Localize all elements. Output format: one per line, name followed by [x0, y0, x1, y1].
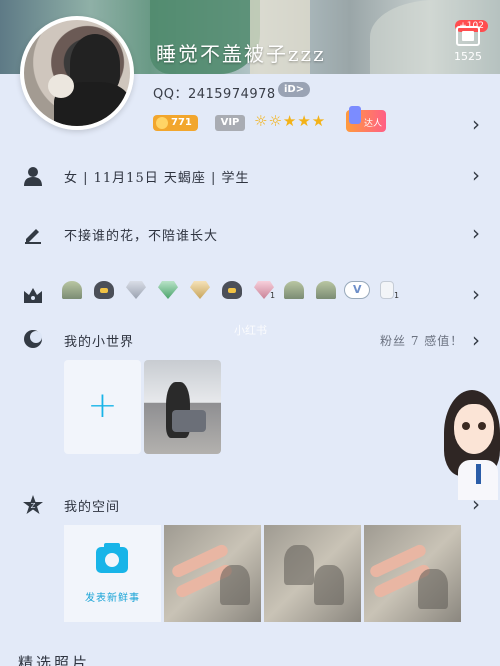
- chevron-right-icon[interactable]: ›: [472, 282, 480, 306]
- signature: 不接谁的花，不陪谁长大: [64, 229, 219, 244]
- visitor-icon: [456, 26, 480, 46]
- basic-info: 女 | 11月15日 天蝎座 | 学生: [64, 171, 250, 186]
- photo-figure: [172, 410, 206, 432]
- chevron-right-icon[interactable]: ›: [472, 328, 480, 352]
- crown-box-icon: [22, 285, 44, 310]
- post-new-status-button[interactable]: 发表新鲜事: [64, 525, 161, 622]
- moon-icon: [22, 329, 44, 354]
- cartoon-eye: [478, 422, 486, 430]
- fans-count[interactable]: 粉丝 7 感值！: [380, 332, 463, 349]
- qid-button[interactable]: iD>: [278, 82, 311, 97]
- gift-count: 1: [270, 291, 276, 300]
- post-new-status-label: 发表新鲜事: [85, 593, 140, 604]
- level-badge[interactable]: 771: [153, 115, 198, 131]
- gift-count: 1: [394, 291, 400, 300]
- photo-shadow: [314, 565, 344, 605]
- qq-number: QQ：2415974978: [153, 87, 276, 102]
- chevron-right-icon[interactable]: ›: [472, 163, 480, 187]
- photo-shadow: [284, 545, 314, 585]
- visitor-count: 1525: [454, 50, 482, 63]
- space-title: 我的空间: [64, 500, 121, 515]
- chevron-right-icon[interactable]: ›: [472, 112, 480, 136]
- plus-icon: +: [87, 385, 118, 426]
- nickname: 睡觉不盖被子zzz: [156, 42, 326, 66]
- crown-gift-icon: [222, 281, 242, 299]
- hat-gift-icon: [62, 281, 82, 299]
- world-photo[interactable]: [144, 360, 221, 454]
- space-photo[interactable]: [364, 525, 461, 622]
- chevron-right-icon[interactable]: ›: [472, 221, 480, 245]
- crown-gift-icon: [94, 281, 114, 299]
- person-icon: [22, 166, 44, 191]
- qq-level-icons[interactable]: ☼☼★★★: [254, 112, 326, 130]
- camera-icon: [96, 543, 128, 573]
- avatar[interactable]: [20, 16, 134, 130]
- pencil-icon: [22, 224, 44, 249]
- vip-badge[interactable]: VIP: [215, 115, 245, 131]
- vip-cloud-icon: [344, 281, 370, 299]
- chevron-right-icon[interactable]: ›: [472, 492, 480, 516]
- bow-gift-icon: [380, 281, 394, 299]
- world-title: 我的小世界: [64, 335, 135, 350]
- watermark: 小红书: [234, 324, 267, 337]
- add-world-post-button[interactable]: +: [64, 360, 141, 454]
- featured-photos-title: 精选照片: [18, 654, 91, 666]
- z-star-icon: Z: [22, 494, 44, 521]
- hat-gift-icon: [284, 281, 304, 299]
- svg-text:Z: Z: [31, 502, 36, 510]
- avatar-pet: [48, 74, 74, 98]
- photo-shadow: [418, 569, 448, 609]
- cartoon-face: [454, 404, 494, 454]
- space-photo[interactable]: [264, 525, 361, 622]
- photo-shadow: [220, 565, 250, 605]
- talent-badge[interactable]: 达人: [346, 106, 387, 132]
- cartoon-eye: [462, 422, 470, 430]
- cartoon-avatar-sticker[interactable]: [440, 390, 500, 500]
- cartoon-tie: [476, 464, 481, 484]
- hat-gift-icon: [316, 281, 336, 299]
- visitor-counter[interactable]: +102 1525: [446, 20, 490, 66]
- space-photo[interactable]: [164, 525, 261, 622]
